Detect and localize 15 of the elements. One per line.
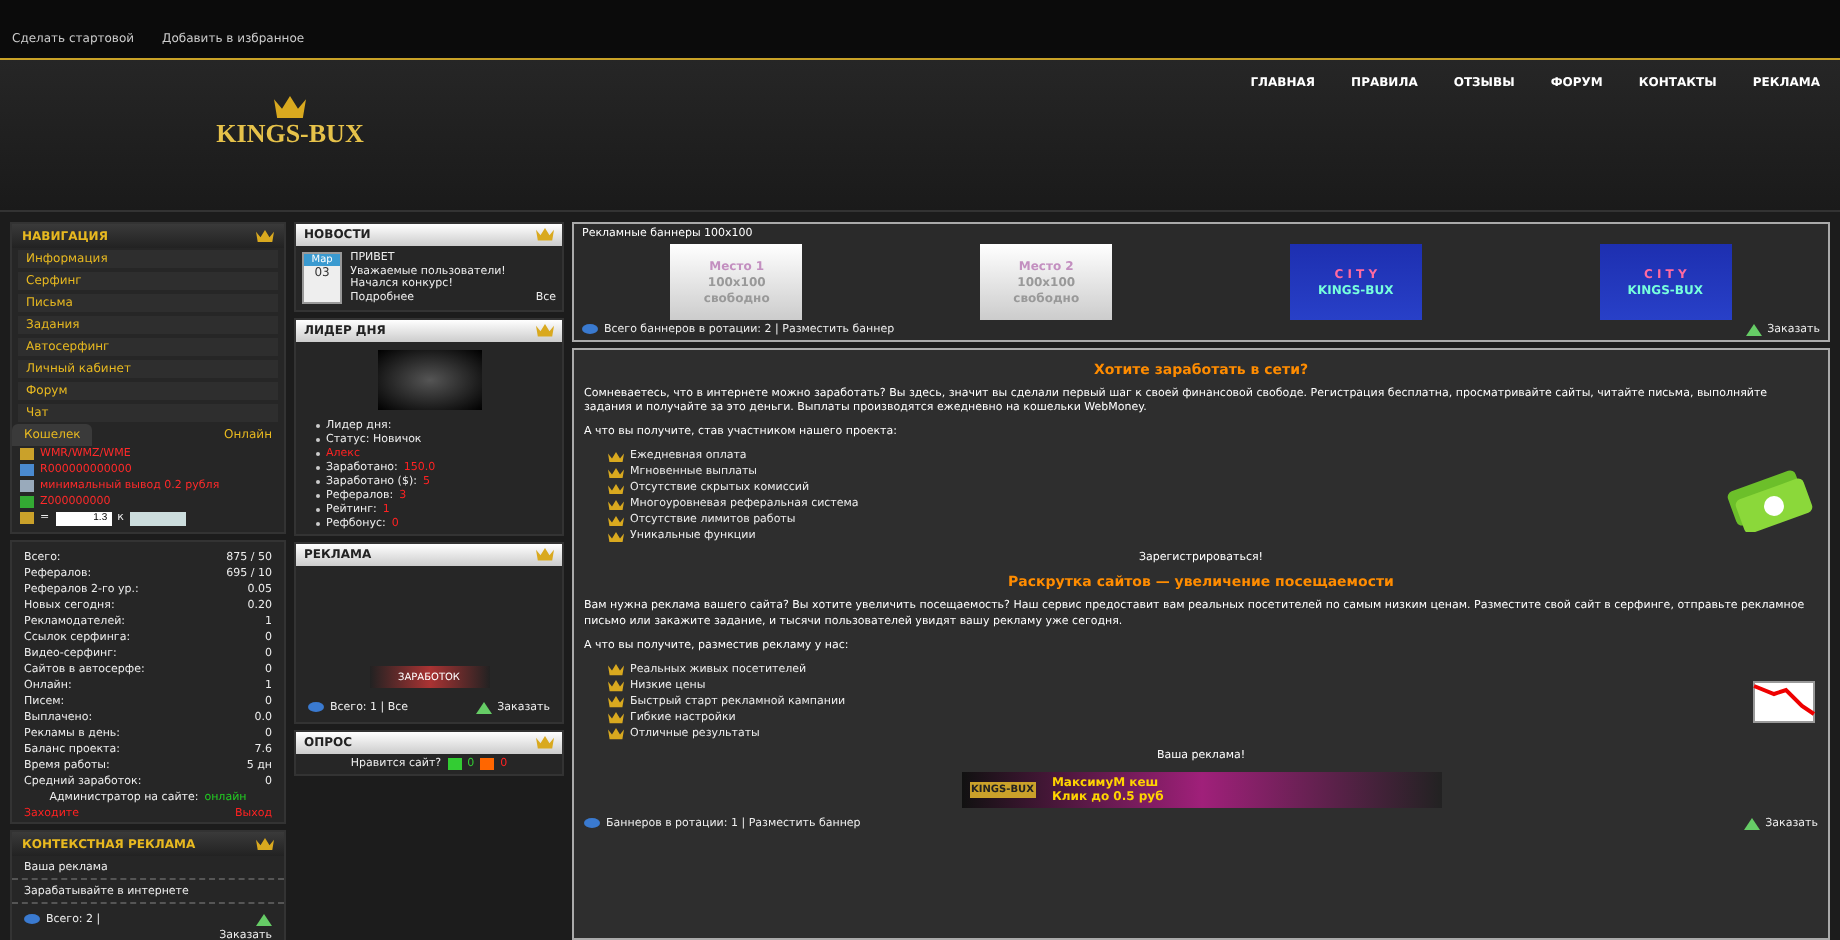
- crown-icon: [536, 736, 554, 750]
- arrow-icon: [1745, 324, 1762, 336]
- crown-icon: [256, 229, 274, 243]
- arrow-icon: [1743, 817, 1760, 830]
- crown-icon: [274, 95, 306, 119]
- crown-icon: [536, 324, 554, 338]
- crown-icon: [536, 548, 554, 562]
- arrow-icon: [256, 914, 272, 926]
- chart-drawing: [1750, 677, 1818, 726]
- photo-placeholder: [377, 350, 481, 410]
- arrow-icon: [475, 702, 492, 714]
- crown-icon: [536, 228, 554, 242]
- logo: KINGS-BUX: [180, 60, 400, 210]
- crown-icon: [256, 837, 274, 851]
- amount-field[interactable]: [129, 511, 186, 525]
